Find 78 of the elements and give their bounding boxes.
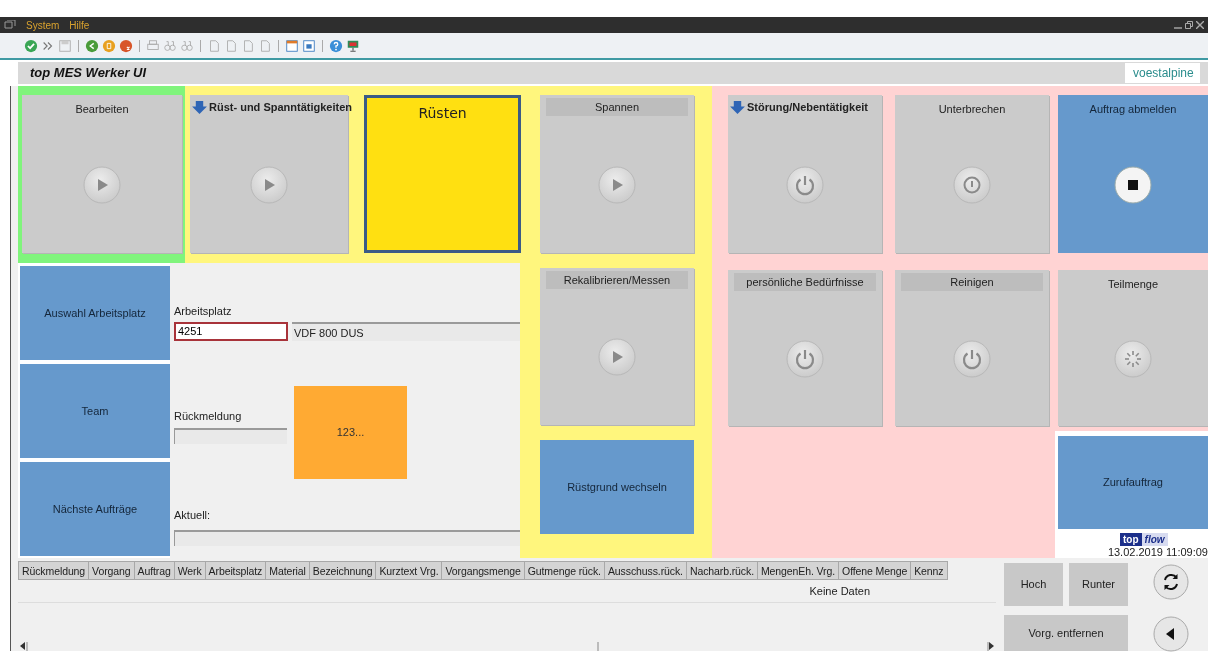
- column-header[interactable]: Arbeitsplatz: [205, 561, 267, 580]
- stop-icon: [1113, 165, 1153, 206]
- input-field[interactable]: [174, 428, 287, 444]
- column-header[interactable]: Kennz: [911, 561, 948, 580]
- ring-icon: [952, 165, 992, 206]
- column-header[interactable]: MengenEh. Vrg.: [757, 561, 840, 580]
- page-icon[interactable]: [224, 38, 238, 53]
- column-header[interactable]: Offene Menge: [839, 561, 912, 580]
- activity-tile[interactable]: Rüsten: [364, 95, 521, 253]
- power-icon: [952, 338, 992, 379]
- input-field[interactable]: [174, 530, 520, 546]
- action-button[interactable]: Vorg. entfernen: [1004, 615, 1128, 651]
- play-icon: [597, 164, 637, 205]
- back-icon[interactable]: [1152, 615, 1190, 653]
- field-label: Rückmeldung: [174, 408, 243, 424]
- column-header[interactable]: Kurztext Vrg.: [376, 561, 443, 580]
- action-button[interactable]: Hoch: [1004, 563, 1063, 606]
- window-icon: [4, 20, 16, 30]
- action-button[interactable]: Rüstgrund wechseln: [540, 440, 694, 534]
- action-button[interactable]: Nächste Aufträge: [20, 462, 170, 556]
- column-header[interactable]: Auftrag: [134, 561, 175, 580]
- action-button[interactable]: Auftrag abmelden: [1058, 95, 1208, 253]
- counter-display: 123...: [294, 385, 407, 479]
- field-label: Arbeitsplatz: [174, 304, 233, 319]
- binoculars-icon[interactable]: [163, 38, 177, 53]
- check-icon[interactable]: [24, 38, 38, 53]
- action-button[interactable]: Runter: [1069, 563, 1128, 606]
- binoculars-icon[interactable]: [180, 38, 194, 53]
- page-icon[interactable]: [241, 38, 255, 53]
- monitor-icon[interactable]: [346, 38, 360, 53]
- column-header[interactable]: Vorgang: [89, 561, 135, 580]
- power-icon: [785, 338, 825, 379]
- page-icon[interactable]: [258, 38, 272, 53]
- play-icon: [82, 165, 122, 206]
- play-icon: [249, 164, 289, 205]
- activity-tile[interactable]: Rekalibrieren/Messen: [540, 268, 694, 425]
- power-icon: [785, 164, 825, 205]
- topflow-logo: top flow: [1120, 533, 1168, 546]
- column-header[interactable]: Nacharb.rück.: [686, 561, 758, 580]
- layout-icon[interactable]: [302, 38, 316, 53]
- activity-tile[interactable]: Teilmenge: [1058, 270, 1208, 426]
- action-button[interactable]: Zurufauftrag: [1058, 436, 1208, 529]
- column-header[interactable]: Vorgangsmenge: [442, 561, 525, 580]
- activity-tile[interactable]: Reinigen: [895, 270, 1049, 426]
- help-icon[interactable]: [329, 38, 343, 53]
- timestamp: 13.02.2019 11:09:09: [1106, 546, 1208, 558]
- column-header[interactable]: Material: [266, 561, 310, 580]
- activity-tile[interactable]: Bearbeiten: [22, 95, 182, 253]
- window-icon[interactable]: [285, 38, 299, 53]
- play-icon: [597, 337, 637, 377]
- column-header[interactable]: Bezeichnung: [309, 561, 377, 580]
- action-button[interactable]: Team: [20, 364, 170, 458]
- input-field[interactable]: 4251: [174, 321, 288, 341]
- activity-tile[interactable]: Spannen: [540, 95, 694, 253]
- down-arrow-icon: [192, 100, 207, 114]
- empty-message: Keine Daten: [809, 583, 870, 599]
- print-icon[interactable]: [146, 38, 160, 53]
- spinner-icon: [1113, 339, 1153, 380]
- close-icon[interactable]: [1196, 21, 1204, 29]
- page-icon[interactable]: [207, 38, 221, 53]
- menu-item[interactable]: System: [26, 17, 60, 33]
- field-label: Aktuell:: [174, 507, 212, 523]
- save-icon[interactable]: [58, 38, 72, 53]
- refresh-icon[interactable]: [1152, 563, 1190, 601]
- column-header[interactable]: Gutmenge rück.: [524, 561, 605, 580]
- menu-item[interactable]: Hilfe: [69, 17, 90, 33]
- column-header[interactable]: Ausschuss.rück.: [604, 561, 687, 580]
- down-arrow-icon: [730, 100, 745, 114]
- action-button[interactable]: Auswahl Arbeitsplatz: [20, 266, 170, 360]
- activity-tile[interactable]: Störung/Nebentätigkeit: [728, 95, 882, 253]
- app-title: top MES Werker UI: [30, 64, 147, 83]
- activity-tile[interactable]: Unterbrechen: [895, 95, 1049, 253]
- brand-logo: voestalpine: [1125, 63, 1200, 83]
- activity-tile[interactable]: persönliche Bedürfnisse: [728, 270, 882, 426]
- description-field: VDF 800 DUS: [292, 321, 520, 341]
- column-header[interactable]: Rückmeldung: [18, 561, 90, 580]
- restore-icon[interactable]: [1185, 21, 1193, 29]
- column-header[interactable]: Werk: [174, 561, 206, 580]
